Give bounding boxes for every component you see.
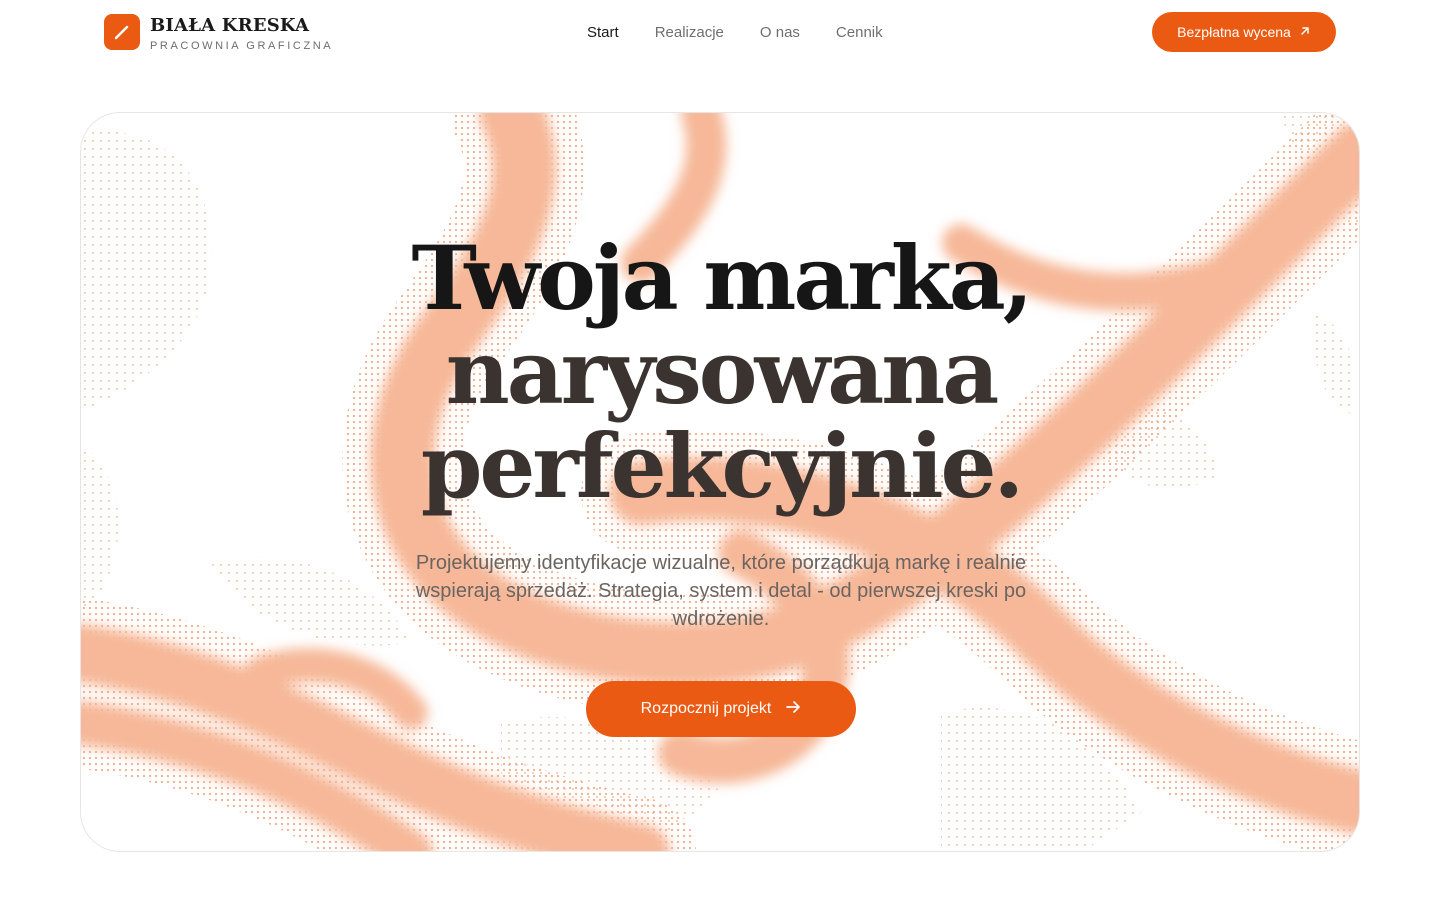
headline-line-1: Twoja marka, [411,226,1034,330]
main-nav: Start Realizacje O nas Cennik [587,22,883,44]
start-project-button[interactable]: Rozpocznij projekt [586,681,856,737]
start-project-label: Rozpocznij projekt [640,700,772,717]
site-header: BIAŁA KRESKA PRACOWNIA GRAFICZNA Start R… [0,0,1440,70]
free-quote-button[interactable]: Bezpłatna wycena [1152,12,1336,52]
nav-item-start[interactable]: Start [587,22,619,44]
nav-item-o-nas[interactable]: O nas [760,22,800,44]
hero-lead: Projektujemy identyfikacje wizualne, któ… [415,552,1027,630]
nav-item-realizacje[interactable]: Realizacje [655,22,724,44]
brand-tagline: PRACOWNIA GRAFICZNA [150,40,334,52]
pen-stroke-icon [104,14,140,50]
arrow-right-icon [785,699,801,720]
hero-content: Twoja marka, narysowana perfekcyjnie. Pr… [81,113,1359,851]
brand-logo[interactable]: BIAŁA KRESKA PRACOWNIA GRAFICZNA [104,14,333,53]
brand-text: BIAŁA KRESKA PRACOWNIA GRAFICZNA [150,14,333,53]
arrow-up-right-icon [1299,24,1311,40]
headline-line-3: perfekcyjnie. [420,414,1024,518]
free-quote-label: Bezpłatna wycena [1177,24,1291,40]
headline-line-2: narysowana [445,320,1000,424]
hero-section: Twoja marka, narysowana perfekcyjnie. Pr… [80,112,1360,852]
brand-name: BIAŁA KRESKA [150,15,310,36]
nav-item-cennik[interactable]: Cennik [836,22,883,44]
hero-headline: Twoja marka, narysowana perfekcyjnie. [81,226,1359,518]
